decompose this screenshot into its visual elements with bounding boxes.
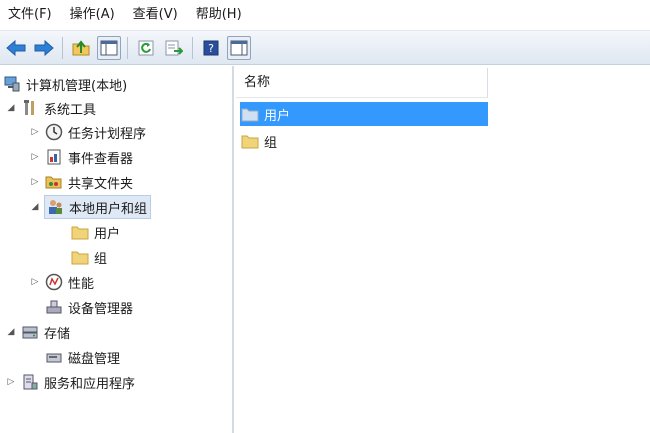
tree-item-device-manager[interactable]: 设备管理器 <box>44 295 133 319</box>
forward-button[interactable] <box>32 36 56 60</box>
folder-icon <box>70 222 90 242</box>
export-list-button[interactable] <box>162 36 186 60</box>
menu-file[interactable]: 文件(F) <box>0 0 62 30</box>
tree-item-disk-management[interactable]: 磁盘管理 <box>44 345 120 369</box>
tree-item-local-users-groups[interactable]: ◢ 本地用户和组 <box>30 195 152 219</box>
tree-item-storage[interactable]: ◢ 存储 <box>6 320 70 344</box>
list-item-label: 组 <box>264 135 278 151</box>
tree-item-event-viewer[interactable]: ▷ 事件查看器 <box>30 145 133 169</box>
menu-bar: 文件(F) 操作(A) 查看(V) 帮助(H) <box>0 0 650 31</box>
tree-item-selection: 本地用户和组 <box>44 195 152 219</box>
tree-label: 存储 <box>44 326 71 342</box>
list-item-groups[interactable]: 组 <box>240 129 277 153</box>
clock-icon <box>44 122 64 142</box>
menu-help[interactable]: 帮助(H) <box>188 0 252 30</box>
list-pane: 名称 用户 组 <box>236 66 650 433</box>
expand-triangle-icon[interactable]: ▷ <box>30 177 40 187</box>
up-folder-icon <box>72 39 90 55</box>
folder-icon <box>240 131 260 151</box>
toolbar: ? <box>0 31 650 65</box>
forward-arrow-icon <box>34 39 54 56</box>
help-icon: ? <box>203 40 219 55</box>
expand-triangle-icon[interactable]: ▷ <box>30 152 40 162</box>
tree-item-groups[interactable]: 组 <box>70 245 107 269</box>
tree-label: 共享文件夹 <box>68 176 134 192</box>
storage-icon <box>20 322 40 342</box>
computer-management-icon <box>2 74 22 94</box>
tree-label: 组 <box>94 251 108 267</box>
show-hide-action-pane-button[interactable] <box>227 35 251 60</box>
column-header-name[interactable]: 名称 <box>236 68 488 98</box>
back-button[interactable] <box>4 36 28 60</box>
up-one-level-button[interactable] <box>69 36 93 60</box>
toolbar-separator <box>62 36 63 59</box>
tools-icon <box>20 98 40 118</box>
menu-action[interactable]: 操作(A) <box>62 0 125 30</box>
tree-label: 本地用户和组 <box>69 201 148 217</box>
tree-label: 设备管理器 <box>68 301 134 317</box>
event-viewer-icon <box>44 147 64 167</box>
tree-item-shared-folders[interactable]: ▷ 共享文件夹 <box>30 170 133 194</box>
tree-item-task-scheduler[interactable]: ▷ 任务计划程序 <box>30 120 146 144</box>
toolbar-separator <box>192 36 193 59</box>
refresh-icon <box>138 40 154 55</box>
tree-item-system-tools[interactable]: ◢ 系统工具 <box>6 96 96 120</box>
folder-icon <box>70 247 90 267</box>
collapse-triangle-icon[interactable]: ◢ <box>6 327 16 337</box>
help-button[interactable]: ? <box>199 36 223 60</box>
device-manager-icon <box>44 297 64 317</box>
disk-management-icon <box>44 347 64 367</box>
performance-gauge-icon <box>44 272 64 292</box>
expand-triangle-icon[interactable]: ▷ <box>6 377 16 387</box>
tree-label: 任务计划程序 <box>68 126 147 142</box>
tree-label: 服务和应用程序 <box>44 376 136 392</box>
tree-label: 事件查看器 <box>68 151 134 167</box>
collapse-triangle-icon[interactable]: ◢ <box>30 202 40 212</box>
tree-label: 性能 <box>68 276 95 292</box>
tree-item-computer-management[interactable]: 计算机管理(本地) <box>2 72 127 96</box>
shared-folder-icon <box>44 172 64 192</box>
tree-item-performance[interactable]: ▷ 性能 <box>30 270 94 294</box>
tree-item-services-apps[interactable]: ▷ 服务和应用程序 <box>6 370 135 394</box>
tree-item-users[interactable]: 用户 <box>70 220 120 244</box>
menu-view[interactable]: 查看(V) <box>125 0 188 30</box>
tree-label: 用户 <box>94 226 121 242</box>
expand-triangle-icon[interactable]: ▷ <box>30 127 40 137</box>
back-arrow-icon <box>6 39 26 56</box>
show-hide-tree-icon <box>100 40 118 55</box>
tree-label: 系统工具 <box>44 102 97 118</box>
expand-triangle-icon[interactable]: ▷ <box>30 277 40 287</box>
refresh-button[interactable] <box>134 36 158 60</box>
collapse-triangle-icon[interactable]: ◢ <box>6 103 16 113</box>
list-item-users[interactable]: 用户 <box>240 102 488 126</box>
folder-icon <box>240 104 260 124</box>
show-hide-action-pane-icon <box>230 40 248 55</box>
users-icon <box>45 197 65 217</box>
tree-label: 磁盘管理 <box>68 351 121 367</box>
tree-label: 计算机管理(本地) <box>26 78 128 94</box>
list-item-label: 用户 <box>264 108 291 124</box>
services-icon <box>20 372 40 392</box>
console-tree: 计算机管理(本地) ◢ 系统工具 ▷ 任务计划程序 ▷ 事件查看器 ▷ 共享文件… <box>0 66 234 433</box>
toolbar-separator <box>127 36 128 59</box>
export-list-icon <box>165 40 183 55</box>
show-hide-tree-button[interactable] <box>97 35 121 60</box>
svg-text:?: ? <box>208 42 214 55</box>
